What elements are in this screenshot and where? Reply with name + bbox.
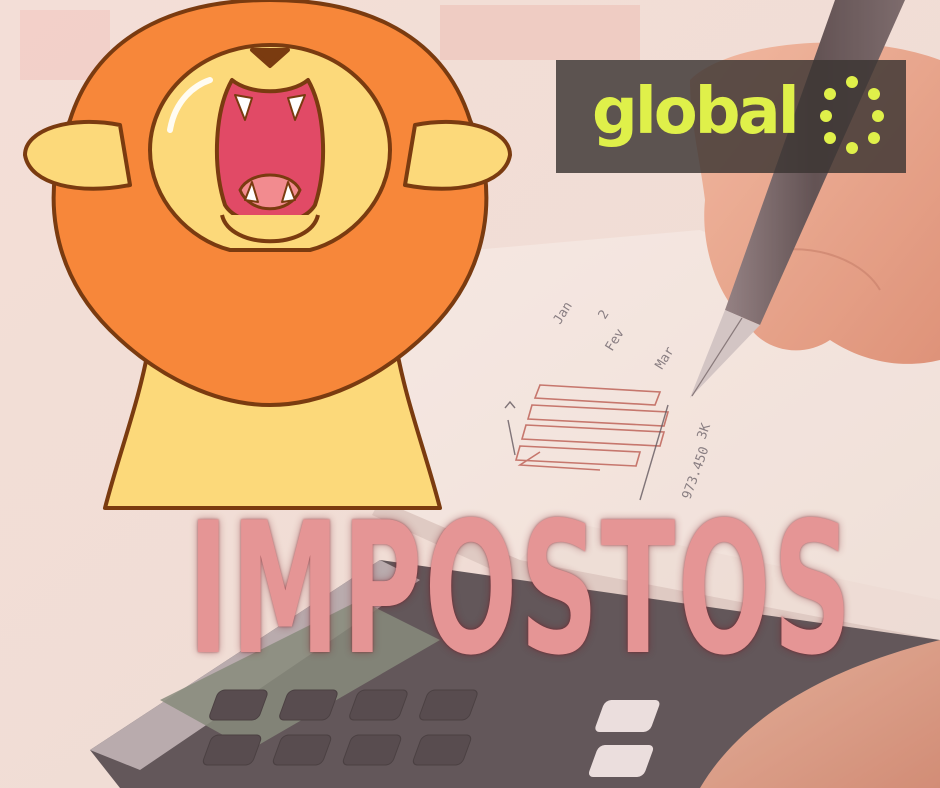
headline-title: IMPOSTOS — [188, 483, 854, 695]
brand-dots-icon — [820, 76, 884, 154]
lion-right-paw — [403, 119, 512, 191]
lion-left-paw — [23, 119, 132, 191]
brand-logo-panel: global — [556, 60, 906, 173]
brand-logo-text: global — [592, 75, 800, 149]
lion-roaring-icon — [23, 0, 512, 510]
